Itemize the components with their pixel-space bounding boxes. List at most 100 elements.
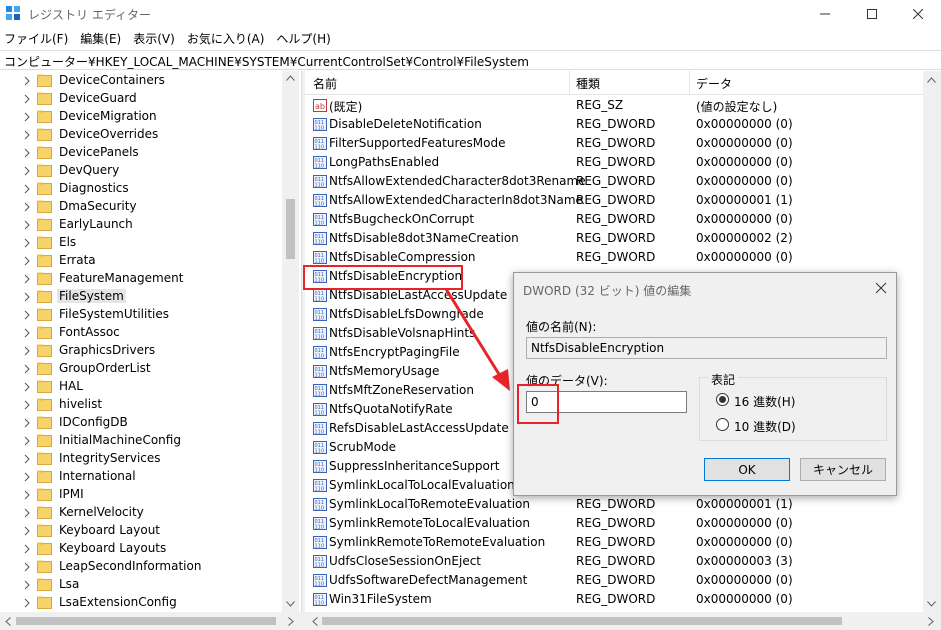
tree-item[interactable]: Diagnostics bbox=[0, 180, 282, 198]
value-row[interactable]: 011 110 FilterSupportedFeaturesMode REG_DWO… bbox=[305, 134, 923, 153]
tree-item[interactable]: LeapSecondInformation bbox=[0, 558, 282, 576]
tree-item[interactable]: Keyboard Layout bbox=[0, 522, 282, 540]
chevron-right-icon[interactable] bbox=[22, 471, 32, 483]
column-type[interactable]: 種類 bbox=[576, 75, 600, 92]
tree-item[interactable]: KernelVelocity bbox=[0, 504, 282, 522]
decimal-radio[interactable] bbox=[716, 418, 729, 431]
scroll-right-icon[interactable] bbox=[288, 617, 294, 626]
tree-item[interactable]: Lsa bbox=[0, 576, 282, 594]
value-row[interactable]: 011 110 SymlinkRemoteToLocalEvaluation REG_… bbox=[305, 514, 923, 533]
tree-item[interactable]: International bbox=[0, 468, 282, 486]
value-row[interactable]: 011 110 NtfsDisable8dot3NameCreation REG_DW… bbox=[305, 229, 923, 248]
tree-item[interactable]: IPMI bbox=[0, 486, 282, 504]
tree-item[interactable]: LsaExtensionConfig bbox=[0, 594, 282, 612]
hex-radio-label[interactable]: 16 進数(H) bbox=[734, 393, 795, 410]
chevron-right-icon[interactable] bbox=[22, 219, 32, 231]
menu-edit[interactable]: 編集(E) bbox=[76, 28, 125, 48]
scroll-left-icon[interactable] bbox=[5, 617, 11, 626]
value-row[interactable]: ab (既定) REG_SZ (値の設定なし) bbox=[305, 96, 923, 115]
maximize-button[interactable] bbox=[849, 0, 895, 28]
cancel-button[interactable]: キャンセル bbox=[800, 458, 886, 481]
tree-item[interactable]: IDConfigDB bbox=[0, 414, 282, 432]
column-name[interactable]: 名前 bbox=[313, 75, 337, 92]
chevron-right-icon[interactable] bbox=[22, 381, 32, 393]
tree-item[interactable]: Keyboard Layouts bbox=[0, 540, 282, 558]
menu-favorites[interactable]: お気に入り(A) bbox=[183, 28, 269, 48]
tree-item[interactable]: DeviceOverrides bbox=[0, 126, 282, 144]
tree-scrollbar[interactable] bbox=[282, 71, 299, 612]
value-row[interactable]: 011 110 SymlinkRemoteToRemoteEvaluation REG… bbox=[305, 533, 923, 552]
tree-item[interactable]: Errata bbox=[0, 252, 282, 270]
tree-item[interactable]: InitialMachineConfig bbox=[0, 432, 282, 450]
chevron-right-icon[interactable] bbox=[22, 417, 32, 429]
column-data[interactable]: データ bbox=[696, 75, 732, 92]
ok-button[interactable]: OK bbox=[704, 458, 790, 481]
tree-item[interactable]: FileSystem bbox=[0, 288, 282, 306]
tree-item[interactable]: GraphicsDrivers bbox=[0, 342, 282, 360]
value-row[interactable]: 011 110 UdfsSoftwareDefectManagement REG_DW… bbox=[305, 571, 923, 590]
tree-item[interactable]: HAL bbox=[0, 378, 282, 396]
tree-item[interactable]: hivelist bbox=[0, 396, 282, 414]
menu-help[interactable]: ヘルプ(H) bbox=[272, 28, 334, 48]
scroll-up-icon[interactable] bbox=[286, 75, 295, 81]
tree-scroll-thumb[interactable] bbox=[286, 199, 295, 259]
value-row[interactable]: 011 110 NtfsAllowExtendedCharacterIn8dot3N… bbox=[305, 191, 923, 210]
chevron-right-icon[interactable] bbox=[22, 561, 32, 573]
close-button[interactable] bbox=[895, 0, 941, 28]
chevron-right-icon[interactable] bbox=[22, 345, 32, 357]
value-row[interactable]: 011 110 SymlinkLocalToRemoteEvaluation REG_… bbox=[305, 495, 923, 514]
tree-item[interactable]: DevicePanels bbox=[0, 144, 282, 162]
value-row[interactable]: 011 110 Win31FileSystem REG_DWORD 0x00000000… bbox=[305, 590, 923, 609]
chevron-right-icon[interactable] bbox=[22, 273, 32, 285]
value-row[interactable]: 011 110 DisableDeleteNotification REG_DWORD… bbox=[305, 115, 923, 134]
tree-item[interactable]: FileSystemUtilities bbox=[0, 306, 282, 324]
chevron-right-icon[interactable] bbox=[22, 435, 32, 447]
chevron-right-icon[interactable] bbox=[22, 363, 32, 375]
tree-item[interactable]: GroupOrderList bbox=[0, 360, 282, 378]
chevron-right-icon[interactable] bbox=[22, 237, 32, 249]
tree-item[interactable]: DeviceContainers bbox=[0, 72, 282, 90]
chevron-right-icon[interactable] bbox=[22, 543, 32, 555]
chevron-right-icon[interactable] bbox=[22, 129, 32, 141]
address-bar[interactable]: コンピューター¥HKEY_LOCAL_MACHINE¥SYSTEM¥Curren… bbox=[0, 50, 941, 70]
tree-item[interactable]: IntegrityServices bbox=[0, 450, 282, 468]
chevron-right-icon[interactable] bbox=[22, 507, 32, 519]
chevron-right-icon[interactable] bbox=[22, 399, 32, 411]
chevron-right-icon[interactable] bbox=[22, 309, 32, 321]
list-hscroll-thumb[interactable] bbox=[322, 617, 842, 625]
value-row[interactable]: 011 110 UdfsCloseSessionOnEject REG_DWORD 0x… bbox=[305, 552, 923, 571]
chevron-right-icon[interactable] bbox=[22, 111, 32, 123]
scroll-down-icon[interactable] bbox=[286, 601, 295, 607]
scroll-left-icon[interactable] bbox=[312, 617, 318, 626]
minimize-button[interactable] bbox=[802, 0, 848, 28]
tree-item[interactable]: DevQuery bbox=[0, 162, 282, 180]
tree-item[interactable]: DmaSecurity bbox=[0, 198, 282, 216]
scroll-right-icon[interactable] bbox=[928, 617, 934, 626]
tree-item[interactable]: DeviceGuard bbox=[0, 90, 282, 108]
horizontal-scrollbar[interactable] bbox=[0, 612, 941, 630]
chevron-right-icon[interactable] bbox=[22, 597, 32, 609]
scroll-down-icon[interactable] bbox=[927, 601, 936, 607]
menu-file[interactable]: ファイル(F) bbox=[0, 28, 72, 48]
chevron-right-icon[interactable] bbox=[22, 201, 32, 213]
menu-view[interactable]: 表示(V) bbox=[129, 28, 179, 48]
tree-item[interactable]: FontAssoc bbox=[0, 324, 282, 342]
tree-item[interactable]: FeatureManagement bbox=[0, 270, 282, 288]
tree-item[interactable]: EarlyLaunch bbox=[0, 216, 282, 234]
tree-item[interactable]: DeviceMigration bbox=[0, 108, 282, 126]
value-row[interactable]: 011 110 NtfsBugcheckOnCorrupt REG_DWORD 0x00… bbox=[305, 210, 923, 229]
chevron-right-icon[interactable] bbox=[22, 183, 32, 195]
chevron-right-icon[interactable] bbox=[22, 291, 32, 303]
chevron-right-icon[interactable] bbox=[22, 327, 32, 339]
value-row[interactable]: 011 110 LongPathsEnabled REG_DWORD 0x0000000… bbox=[305, 153, 923, 172]
list-scrollbar[interactable] bbox=[923, 71, 941, 612]
chevron-right-icon[interactable] bbox=[22, 489, 32, 501]
column-divider[interactable] bbox=[689, 71, 690, 95]
close-icon[interactable] bbox=[874, 281, 888, 295]
chevron-right-icon[interactable] bbox=[22, 453, 32, 465]
chevron-right-icon[interactable] bbox=[22, 255, 32, 267]
value-row[interactable]: 011 110 NtfsAllowExtendedCharacter8dot3Ren… bbox=[305, 172, 923, 191]
chevron-right-icon[interactable] bbox=[22, 525, 32, 537]
tree-item[interactable]: Els bbox=[0, 234, 282, 252]
chevron-right-icon[interactable] bbox=[22, 75, 32, 87]
